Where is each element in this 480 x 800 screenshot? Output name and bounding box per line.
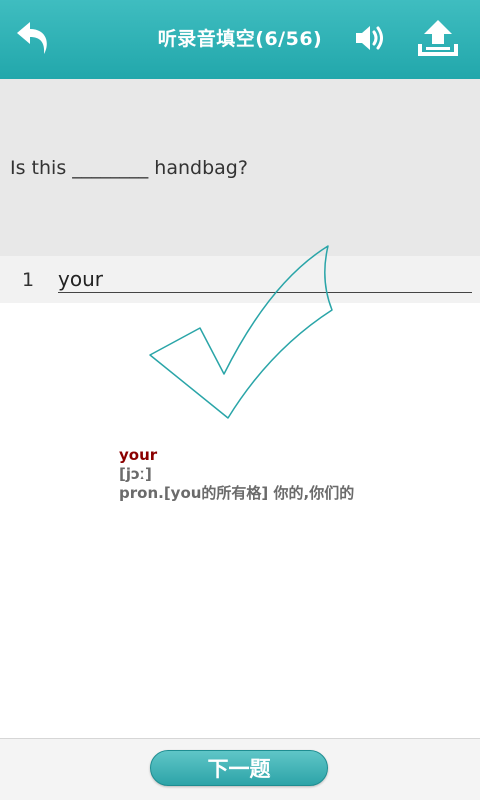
upload-button[interactable] [414,14,462,62]
question-text: Is this ________ handbag? [10,157,248,179]
top-bar: 听录音填空(6/56) [0,0,480,79]
bottom-bar: 下一题 [0,738,480,800]
dictionary-word: your [119,446,158,464]
question-panel: Is this ________ handbag? [0,79,480,256]
dictionary-panel: your [jɔː] pron.[you的所有格] 你的,你们的 [119,446,459,503]
answer-input[interactable] [58,266,472,293]
dictionary-phonetic: [jɔː] [119,465,152,483]
speaker-icon [356,26,383,50]
app-screen: 听录音填空(6/56) Is this ________ handbag? 1 … [0,0,480,800]
answer-index: 1 [22,269,35,291]
answer-row: 1 [0,256,480,303]
page-title: 听录音填空(6/56) [157,28,323,50]
play-audio-button[interactable] [346,14,394,62]
dictionary-definition: pron.[you的所有格] 你的,你们的 [119,484,355,502]
next-question-button[interactable]: 下一题 [150,750,328,786]
upload-icon [418,20,458,56]
